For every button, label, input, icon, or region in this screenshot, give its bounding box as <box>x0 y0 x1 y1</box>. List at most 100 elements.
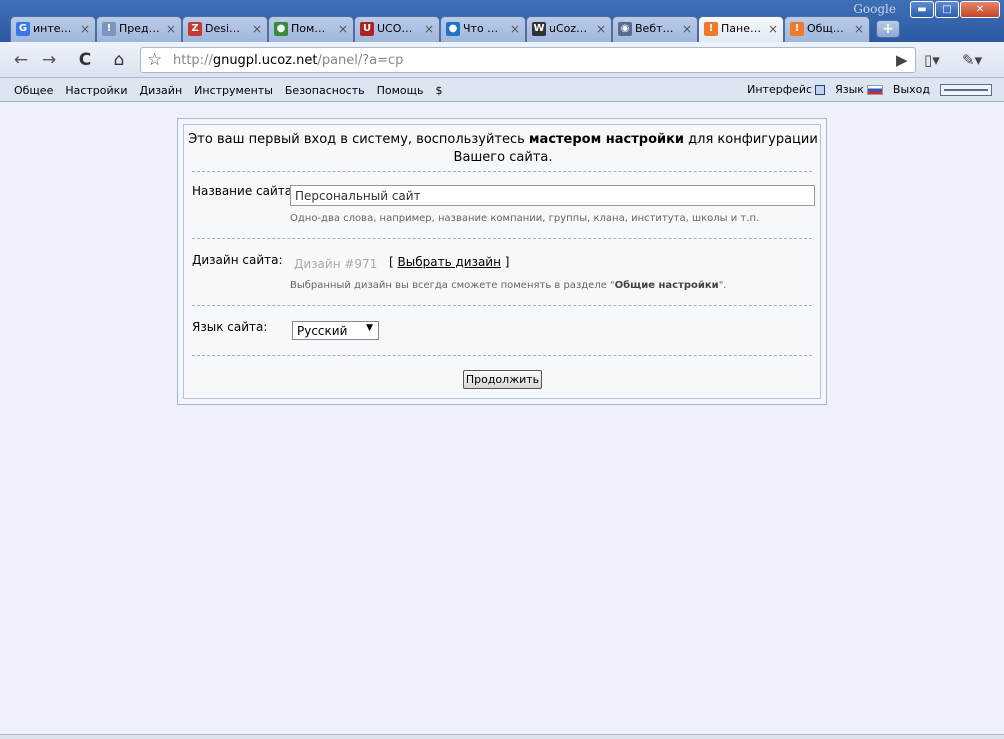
tab-title: Пане… <box>721 22 761 35</box>
forward-icon[interactable]: → <box>38 50 60 72</box>
choose-design-link[interactable]: Выбрать дизайн <box>398 255 501 269</box>
panel-menu-right: Интерфейс Язык Выход <box>747 83 992 96</box>
go-icon[interactable]: ▶ <box>896 51 908 69</box>
close-window-button[interactable]: ✕ <box>960 1 1000 18</box>
tab-favicon: U <box>360 22 374 36</box>
intro-bold: мастером настройки <box>528 132 685 147</box>
tab-3[interactable]: ● Пом… × <box>268 16 354 42</box>
tab-close-icon[interactable]: × <box>166 17 176 41</box>
reload-icon[interactable]: C <box>74 50 96 72</box>
interface-toggle[interactable]: Интерфейс <box>747 83 826 96</box>
language-select[interactable]: Русский ▼ <box>292 321 379 340</box>
divider <box>192 238 812 239</box>
design-label: Дизайн сайта: <box>192 253 283 267</box>
logout-link[interactable]: Выход <box>893 83 930 96</box>
design-hint: Выбранный дизайн вы всегда сможете помен… <box>290 280 726 291</box>
browser-toolbar: ← → C ⌂ ☆ http://gnugpl.ucoz.net/panel/?… <box>0 42 1004 78</box>
tab-close-icon[interactable]: × <box>682 17 692 41</box>
tab-favicon: ◉ <box>618 22 632 36</box>
interface-square-icon <box>815 85 826 95</box>
tab-favicon: ! <box>704 22 718 36</box>
url-path: /panel/?a=cp <box>317 53 404 68</box>
tab-close-icon[interactable]: × <box>768 17 778 41</box>
choose-design: [ Выбрать дизайн ] <box>389 255 509 269</box>
wizard-intro: Это ваш первый вход в систему, воспользу… <box>184 131 822 167</box>
site-name-hint: Одно-два слова, например, название компа… <box>290 213 760 224</box>
tab-favicon: Z <box>188 22 202 36</box>
url-scheme: http:// <box>173 53 213 68</box>
wrench-menu-icon[interactable]: ✎▾ <box>962 51 982 69</box>
status-bar <box>0 734 1004 739</box>
tab-6[interactable]: WuCoz… × <box>526 16 612 42</box>
language-switch[interactable]: Язык <box>835 83 883 96</box>
tab-title: UCO… <box>377 22 413 35</box>
language-label: Язык сайта: <box>192 320 268 334</box>
tab-favicon: G <box>16 22 30 36</box>
menu-design[interactable]: Дизайн <box>139 84 182 97</box>
tab-title: Desi… <box>205 22 241 35</box>
maximize-button[interactable]: □ <box>935 1 959 18</box>
dropdown-arrow-icon: ▼ <box>366 323 373 333</box>
panel-menu-items: Общее Настройки Дизайн Инструменты Безоп… <box>14 84 442 97</box>
tab-2[interactable]: Z Desi… × <box>182 16 268 42</box>
width-slider[interactable] <box>940 83 992 96</box>
design-number: Дизайн #971 <box>294 257 378 271</box>
design-hint-text: Выбранный дизайн вы всегда сможете помен… <box>290 280 615 291</box>
language-label: Язык <box>835 83 864 96</box>
design-hint-end: ". <box>718 280 727 291</box>
new-tab-button[interactable]: + <box>876 20 900 38</box>
tab-favicon: ● <box>446 22 460 36</box>
menu-help[interactable]: Помощь <box>377 84 424 97</box>
home-icon[interactable]: ⌂ <box>108 50 130 72</box>
window-titlebar: Google ▬ □ ✕ Gинте… × ! Пред… × Z Desi… × ● По… <box>0 0 1004 42</box>
tab-1[interactable]: ! Пред… × <box>96 16 182 42</box>
tab-strip: Gинте… × ! Пред… × Z Desi… × ● Пом… × U UCO… × ● Ч… <box>10 16 900 42</box>
panel-menu-bar: Общее Настройки Дизайн Инструменты Безоп… <box>0 78 1004 102</box>
tab-favicon: ! <box>790 22 804 36</box>
tab-title: Вебт… <box>635 22 674 35</box>
wizard-box: Это ваш первый вход в систему, воспользу… <box>183 124 821 399</box>
tab-title: Что … <box>463 22 499 35</box>
bookmark-star-icon[interactable]: ☆ <box>147 50 162 70</box>
tab-title: Пом… <box>291 22 326 35</box>
divider <box>192 171 812 172</box>
window-controls: ▬ □ ✕ <box>910 1 1000 18</box>
menu-tools[interactable]: Инструменты <box>194 84 273 97</box>
tab-9[interactable]: ! Общ… × <box>784 16 870 42</box>
tab-title: Пред… <box>119 22 160 35</box>
url-text[interactable]: http://gnugpl.ucoz.net/panel/?a=cp <box>173 53 403 68</box>
continue-button[interactable]: Продолжить <box>463 370 542 389</box>
tab-close-icon[interactable]: × <box>338 17 348 41</box>
design-hint-bold: Общие настройки <box>614 280 719 291</box>
tab-4[interactable]: U UCO… × <box>354 16 440 42</box>
tab-favicon: ! <box>102 22 116 36</box>
tab-close-icon[interactable]: × <box>854 17 864 41</box>
bracket-open: [ <box>389 255 394 269</box>
tab-close-icon[interactable]: × <box>252 17 262 41</box>
minimize-button[interactable]: ▬ <box>910 1 934 18</box>
url-host: gnugpl.ucoz.net <box>212 53 318 68</box>
tab-close-icon[interactable]: × <box>596 17 606 41</box>
tab-close-icon[interactable]: × <box>424 17 434 41</box>
tab-7[interactable]: ◉ Вебт… × <box>612 16 698 42</box>
menu-security[interactable]: Безопасность <box>285 84 365 97</box>
tab-5[interactable]: ● Что … × <box>440 16 526 42</box>
menu-dollar[interactable]: $ <box>435 84 442 97</box>
site-name-input[interactable] <box>290 185 815 206</box>
language-select-value: Русский <box>297 324 348 338</box>
site-name-label: Название сайта: <box>192 184 297 198</box>
tab-8-active[interactable]: ! Пане… × <box>698 16 784 42</box>
divider <box>192 305 812 306</box>
address-bar[interactable]: ☆ http://gnugpl.ucoz.net/panel/?a=cp <box>140 47 916 73</box>
page-menu-icon[interactable]: ▯▾ <box>924 51 940 69</box>
tab-close-icon[interactable]: × <box>80 17 90 41</box>
menu-settings[interactable]: Настройки <box>65 84 127 97</box>
menu-general[interactable]: Общее <box>14 84 53 97</box>
tab-title: Общ… <box>807 22 844 35</box>
wizard-outer-box: Это ваш первый вход в систему, воспользу… <box>177 118 827 405</box>
tab-0[interactable]: Gинте… × <box>10 16 96 42</box>
tab-title: uCoz… <box>549 22 588 35</box>
back-icon[interactable]: ← <box>10 50 32 72</box>
tab-favicon: ● <box>274 22 288 36</box>
tab-close-icon[interactable]: × <box>510 17 520 41</box>
